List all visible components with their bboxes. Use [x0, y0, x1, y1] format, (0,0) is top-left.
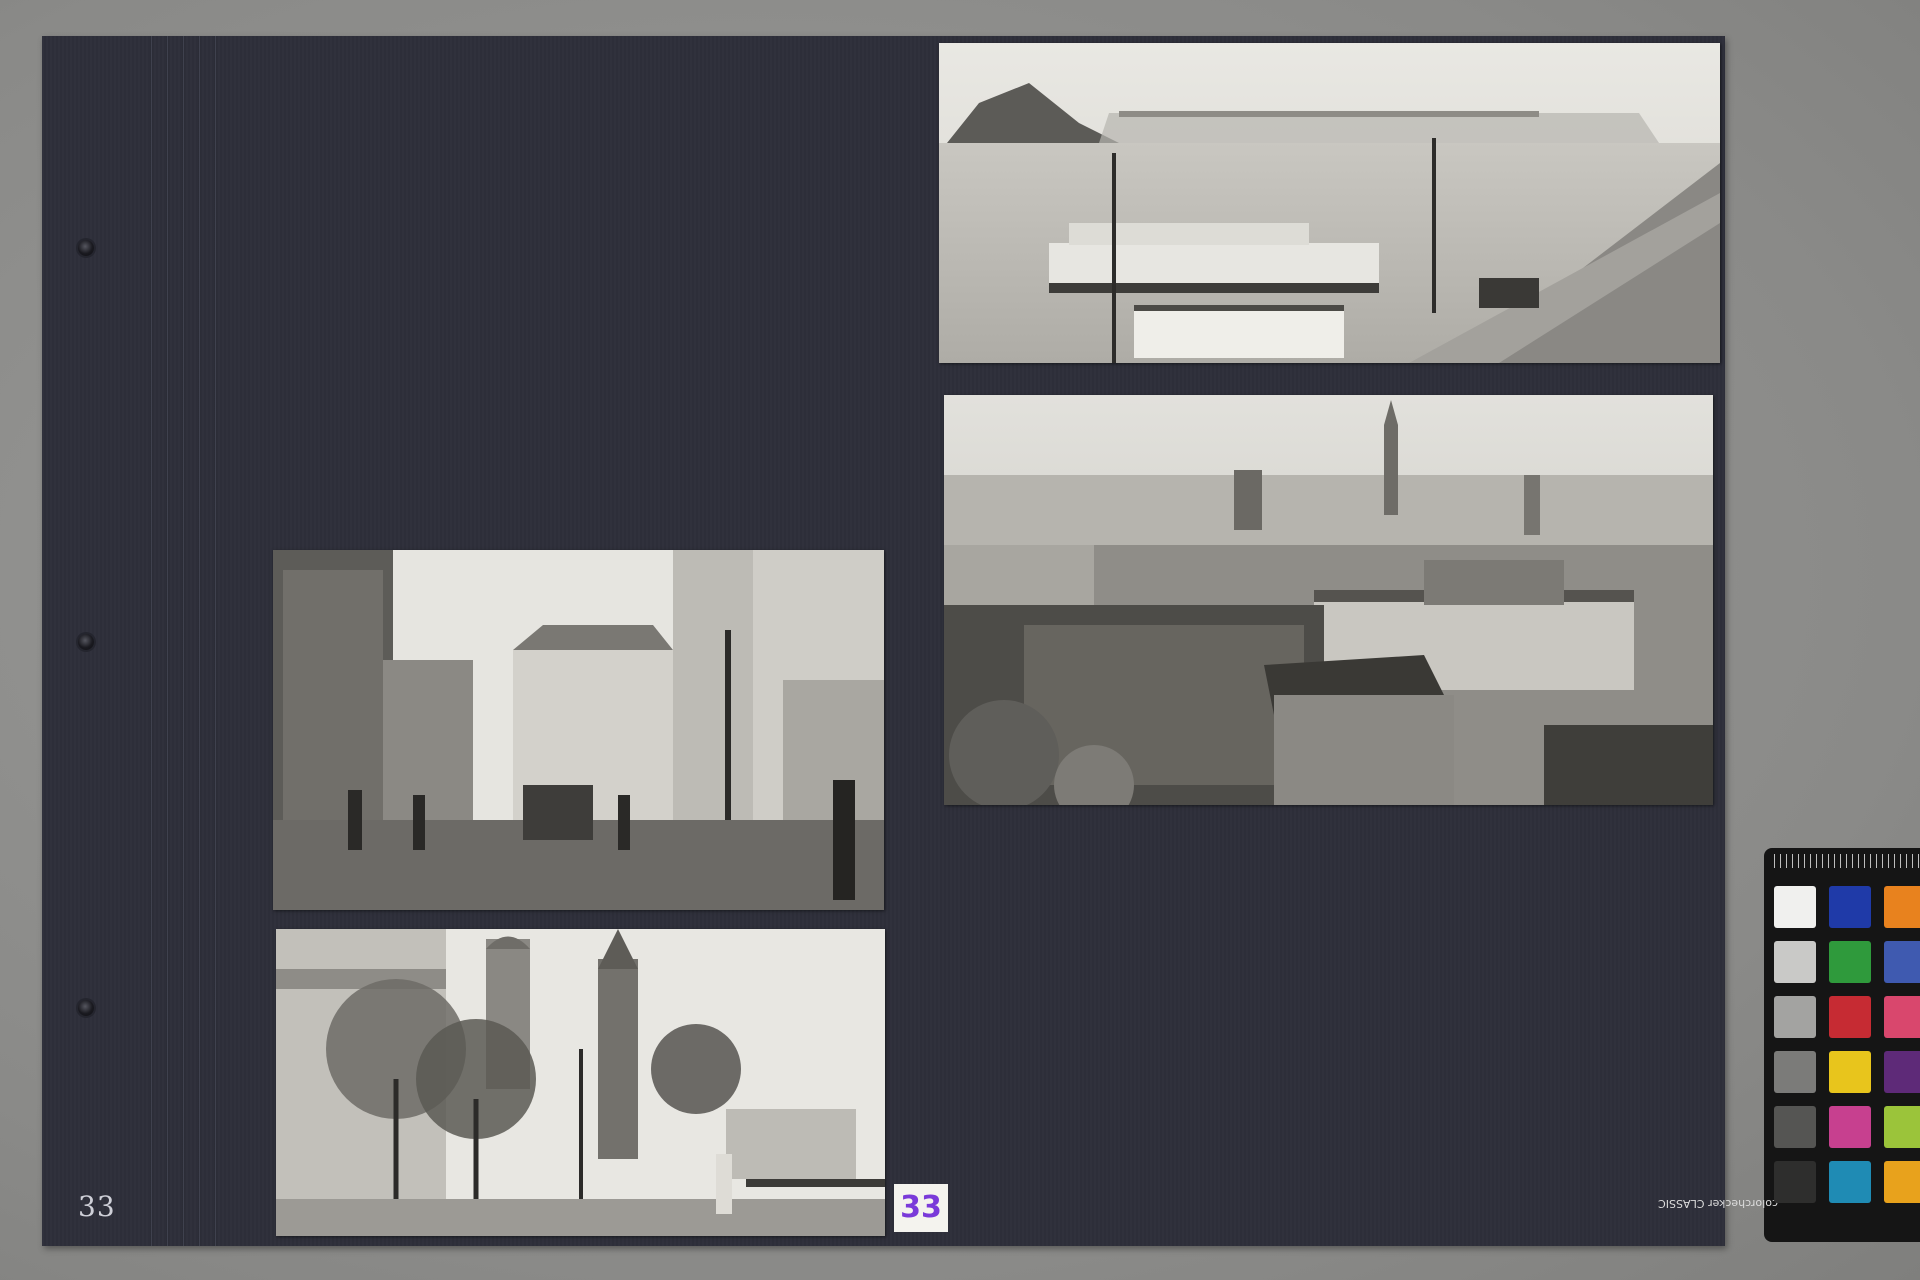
color-swatch: [1829, 941, 1871, 983]
colorchecker-card: colorchecker CLASSIC: [1658, 848, 1920, 1242]
color-swatch: [1884, 1051, 1920, 1093]
ruler-scale: [1774, 854, 1920, 868]
color-swatch: [1774, 1051, 1816, 1093]
color-swatch: [1829, 996, 1871, 1038]
color-swatch: [1829, 1161, 1871, 1203]
album-binding: [42, 36, 272, 1246]
binding-fold: [150, 36, 153, 1246]
photo-river-embankment: [939, 43, 1720, 363]
handwritten-page-number: 33: [78, 1190, 116, 1223]
binding-fold: [182, 36, 185, 1246]
color-swatch: [1884, 1161, 1920, 1203]
color-swatch: [1774, 1161, 1816, 1203]
color-swatch: [1829, 1106, 1871, 1148]
color-swatch: [1774, 1106, 1816, 1148]
color-swatch: [1884, 1106, 1920, 1148]
binding-fold: [198, 36, 201, 1246]
color-swatch: [1884, 886, 1920, 928]
punch-hole: [78, 240, 94, 256]
punch-hole: [78, 1000, 94, 1016]
color-swatch: [1774, 941, 1816, 983]
color-swatch: [1829, 886, 1871, 928]
punch-hole: [78, 634, 94, 650]
color-swatch: [1884, 996, 1920, 1038]
photo-pedestrian-street: [273, 550, 884, 910]
color-swatch: [1884, 941, 1920, 983]
color-swatch: [1774, 886, 1816, 928]
photo-church-promenade: [276, 929, 885, 1236]
page-number-label: 33: [894, 1184, 948, 1232]
photo-city-panorama: [944, 395, 1713, 805]
color-swatch: [1774, 996, 1816, 1038]
color-swatch: [1829, 1051, 1871, 1093]
binding-fold: [214, 36, 217, 1246]
colorchecker-brand: colorchecker CLASSIC: [1658, 1197, 1778, 1210]
binding-fold: [166, 36, 169, 1246]
